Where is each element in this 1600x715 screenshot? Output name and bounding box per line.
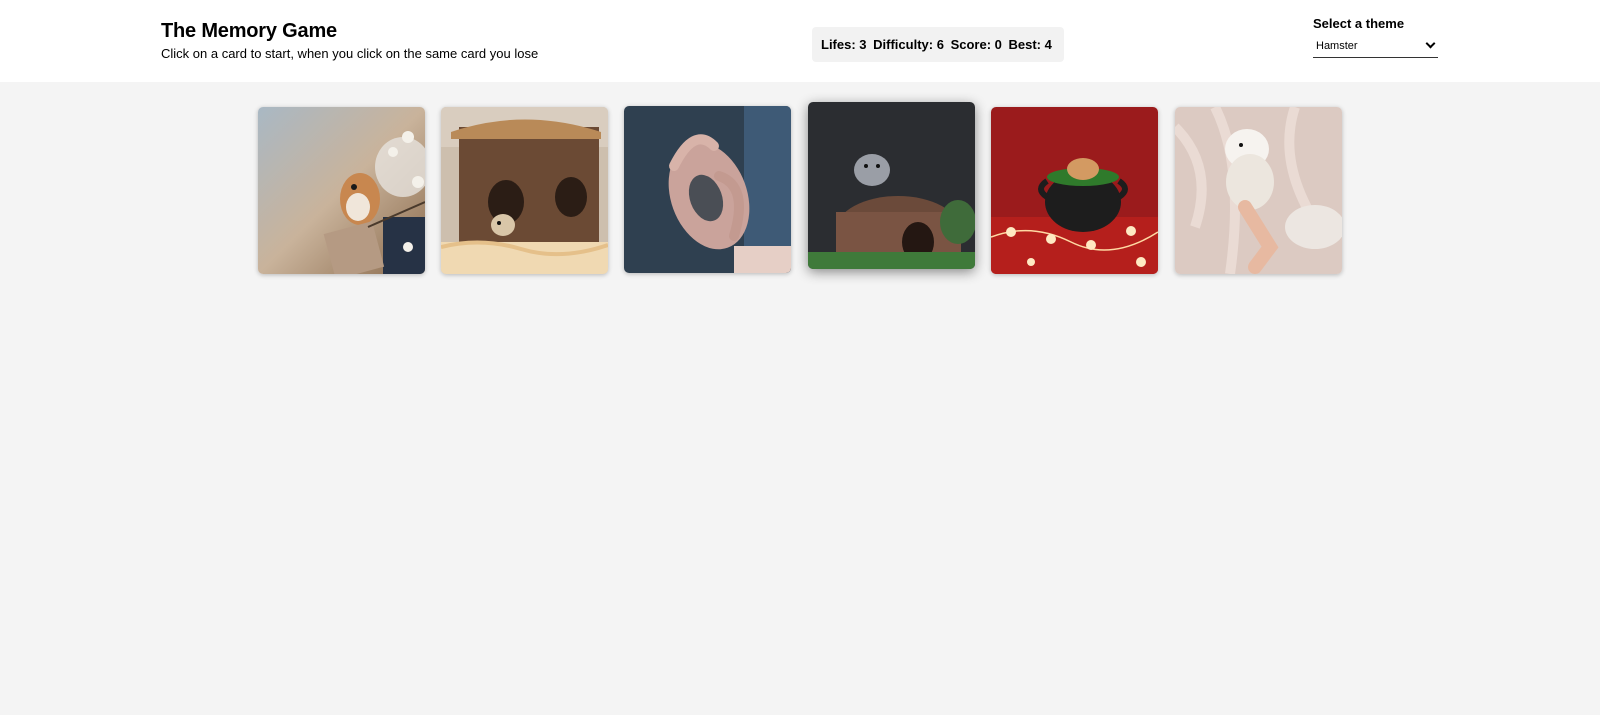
title-block: The Memory Game Click on a card to start… xyxy=(161,20,538,61)
hamster-pot-photo xyxy=(991,107,1158,274)
theme-label: Select a theme xyxy=(1313,16,1405,31)
memory-card-5[interactable] xyxy=(991,107,1158,274)
memory-card-3[interactable] xyxy=(624,106,791,273)
hamster-blossom-photo xyxy=(258,107,425,274)
memory-card-4[interactable] xyxy=(808,102,975,269)
theme-select[interactable]: Hamster xyxy=(1313,36,1438,58)
theme-picker: Select a theme Hamster xyxy=(1313,16,1439,58)
score-stat: Score: 0 xyxy=(950,37,1002,52)
card-board xyxy=(0,82,1600,715)
lifes-stat: Lifes: 3 xyxy=(821,37,867,52)
scoreboard: Lifes: 3 Difficulty: 6 Score: 0 Best: 4 xyxy=(812,27,1064,62)
difficulty-stat: Difficulty: 6 xyxy=(873,37,944,52)
hamster-hands-photo xyxy=(624,106,791,273)
hamster-house-photo xyxy=(441,107,608,274)
page-title: The Memory Game xyxy=(161,20,337,42)
memory-card-6[interactable] xyxy=(1175,107,1342,274)
memory-card-2[interactable] xyxy=(441,107,608,274)
memory-card-1[interactable] xyxy=(258,107,425,274)
hamster-log-photo xyxy=(808,102,975,269)
chevron-down-icon xyxy=(1425,38,1436,49)
white-hamster-photo xyxy=(1175,107,1342,274)
best-stat: Best: 4 xyxy=(1008,37,1052,52)
instructions-text: Click on a card to start, when you click… xyxy=(161,46,539,61)
app-header: The Memory Game Click on a card to start… xyxy=(0,0,1600,82)
theme-selected-value: Hamster xyxy=(1316,40,1358,52)
